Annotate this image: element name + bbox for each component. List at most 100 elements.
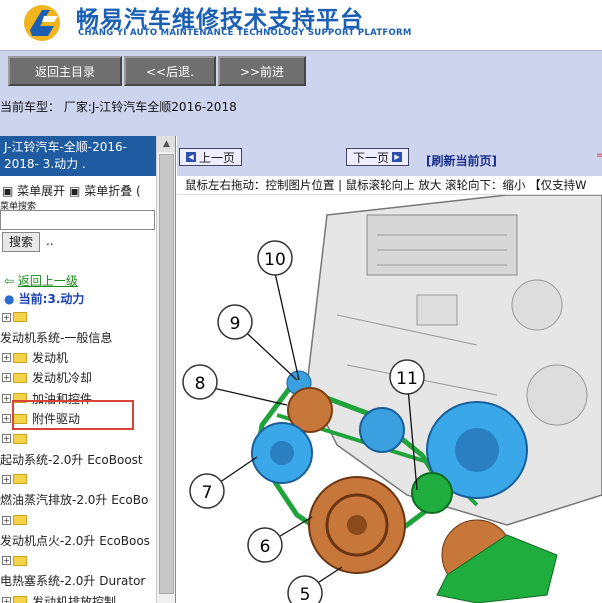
folder-icon xyxy=(13,352,27,363)
green-pulley xyxy=(411,472,453,514)
expand-plus-icon[interactable]: + xyxy=(2,414,11,423)
search-input[interactable] xyxy=(0,210,155,230)
callout-9-label: 9 xyxy=(230,314,241,334)
tree-item-label: 起动系统-2.0升 EcoBoost xyxy=(0,452,143,467)
sidebar-scrollbar[interactable]: ▲ xyxy=(156,136,175,603)
menu-toggle-row: ▣ 菜单展开 ▣ 菜单折叠 ( xyxy=(2,182,141,199)
callout-6-label: 6 xyxy=(260,537,271,557)
callout-10: 10 xyxy=(257,240,293,276)
expand-plus-icon[interactable]: + xyxy=(2,515,11,525)
callout-8-label: 8 xyxy=(195,374,206,394)
scroll-thumb[interactable] xyxy=(159,154,174,594)
expand-plus-icon[interactable]: + xyxy=(2,474,11,484)
refresh-page-link[interactable]: [刷新当前页] xyxy=(426,152,497,169)
folder-icon xyxy=(13,372,27,383)
tree-item-label: 电热塞系统-2.0升 Durator xyxy=(0,574,146,589)
user-icon: ● xyxy=(4,292,15,306)
callout-11: 11 xyxy=(389,359,425,395)
engine-diagram[interactable]: 10 9 8 11 7 6 5 xyxy=(177,195,602,603)
callout-5: 5 xyxy=(287,575,323,603)
red-mark: = xyxy=(596,150,602,161)
expand-plus-icon[interactable]: + xyxy=(2,393,11,403)
back-arrow-icon: ⇦ xyxy=(4,274,15,288)
sidebar-vehicle-title: J-江铃汽车-全顺-2016-2018- 3.动力 . xyxy=(0,136,156,176)
prev-page-label: 上一页 xyxy=(199,150,236,165)
callout-5-label: 5 xyxy=(300,585,311,603)
current-node-label: 当前:3.动力 xyxy=(18,292,85,306)
scroll-up-icon[interactable]: ▲ xyxy=(157,136,175,152)
viewer-toolbar: ◀ 上一页 下一页 ▶ [刷新当前页] xyxy=(177,136,602,176)
tree-item[interactable]: 发动机点火-2.0升 EcoBoos xyxy=(0,531,150,549)
tree-item[interactable]: 起动系统-2.0升 EcoBoost xyxy=(0,450,143,468)
tree-item[interactable]: + xyxy=(2,308,32,326)
cylinder-head xyxy=(366,214,518,276)
callout-11-label: 11 xyxy=(396,369,418,389)
expand-plus-icon[interactable]: + xyxy=(2,434,11,444)
callout-6: 6 xyxy=(247,527,283,563)
expand-plus-icon[interactable]: + xyxy=(2,353,11,363)
header: 畅易汽车维修技术支持平台 CHANG YI AUTO MAINTENANCE T… xyxy=(0,0,602,50)
next-page-label: 下一页 xyxy=(353,150,390,165)
alternator-hub xyxy=(455,428,499,472)
folder-icon xyxy=(13,555,27,566)
tree-item[interactable]: + 发动机冷却 xyxy=(2,369,92,387)
tree-item[interactable]: + 发动机 xyxy=(2,349,68,367)
tree-item-label: 发动机冷却 xyxy=(32,371,93,386)
prev-arrow-icon: ◀ xyxy=(186,152,196,162)
callout-7-label: 7 xyxy=(202,483,213,503)
expand-plus-icon[interactable]: + xyxy=(2,556,11,566)
sidebar: J-江铃汽车-全顺-2016-2018- 3.动力 . ▲ ▣ 菜单展开 ▣ 菜… xyxy=(0,136,176,603)
collapse-icon[interactable]: ▣ xyxy=(69,184,80,198)
expand-plus-icon[interactable]: + xyxy=(2,596,11,603)
back-button[interactable]: <<后退. xyxy=(124,56,216,86)
tree-item[interactable]: + xyxy=(2,552,32,570)
search-dots: .. xyxy=(46,234,54,248)
tree-item-label: 燃油蒸汽排放-2.0升 EcoBo xyxy=(0,493,149,508)
folder-icon xyxy=(13,474,27,485)
tree-item-label: 发动机系统-一般信息 xyxy=(0,330,113,345)
tree-item[interactable]: + xyxy=(2,511,32,529)
selection-highlight xyxy=(12,400,134,430)
callout-7: 7 xyxy=(189,473,225,509)
expand-plus-icon[interactable]: + xyxy=(2,373,11,383)
back-up-label: 返回上一级 xyxy=(17,274,78,288)
callout-8: 8 xyxy=(182,364,218,400)
tree-item[interactable]: 发动机系统-一般信息 xyxy=(0,328,112,346)
tree-item[interactable]: + 发动机排放控制 xyxy=(2,592,116,603)
brand-logo-icon xyxy=(24,5,60,41)
folder-icon xyxy=(13,312,27,322)
tree-item-label: 发动机点火-2.0升 EcoBoos xyxy=(0,533,150,548)
brand-subtitle: CHANG YI AUTO MAINTENANCE TECHNOLOGY SUP… xyxy=(78,28,412,38)
current-vehicle-text: 当前车型： 厂家:J-江铃汽车全顺2016-2018 xyxy=(0,100,237,114)
next-page-button[interactable]: 下一页 ▶ xyxy=(346,148,410,166)
diagram-viewer[interactable]: 10 9 8 11 7 6 5 xyxy=(177,195,602,603)
tensioner xyxy=(359,407,405,453)
viewer-hint: 鼠标左右拖动：控制图片位置 | 鼠标滚轮向上 放大 滚轮向下：缩小 【仅支持W xyxy=(177,176,602,195)
tree-item-label: 发动机排放控制 xyxy=(32,594,117,603)
tree-item[interactable]: + xyxy=(2,470,32,488)
back-up-link[interactable]: ⇦ 返回上一级 xyxy=(4,272,78,289)
folder-icon xyxy=(13,515,27,525)
vehicle-breadcrumb: 当前车型： 厂家:J-江铃汽车全顺2016-2018 xyxy=(0,92,602,136)
tree-item[interactable]: 燃油蒸汽排放-2.0升 EcoBo xyxy=(0,491,148,509)
menu-collapse-link[interactable]: 菜单折叠 ( xyxy=(84,184,141,198)
expand-plus-icon[interactable]: + xyxy=(2,312,11,322)
folder-icon xyxy=(13,596,27,603)
main-nav: 返回主目录 <<后退. >>前进 xyxy=(0,50,602,92)
tree-item[interactable]: + xyxy=(2,430,32,448)
blue-pulley-hub xyxy=(270,441,294,465)
next-arrow-icon: ▶ xyxy=(392,152,403,162)
forward-button[interactable]: >>前进 xyxy=(218,56,306,86)
tree-item[interactable]: 电热塞系统-2.0升 Durator xyxy=(0,572,145,590)
callout-9: 9 xyxy=(217,304,253,340)
expand-icon[interactable]: ▣ xyxy=(2,184,13,198)
menu-expand-link[interactable]: 菜单展开 xyxy=(17,184,65,198)
home-button[interactable]: 返回主目录 xyxy=(8,56,122,86)
current-node: ● 当前:3.动力 xyxy=(4,290,84,307)
search-button[interactable]: 搜索 xyxy=(2,232,40,252)
callout-10-label: 10 xyxy=(264,250,286,270)
folder-icon xyxy=(13,433,27,444)
tree-item-label: 发动机 xyxy=(32,351,69,366)
crankshaft-hub xyxy=(347,515,367,535)
prev-page-button[interactable]: ◀ 上一页 xyxy=(179,148,243,166)
